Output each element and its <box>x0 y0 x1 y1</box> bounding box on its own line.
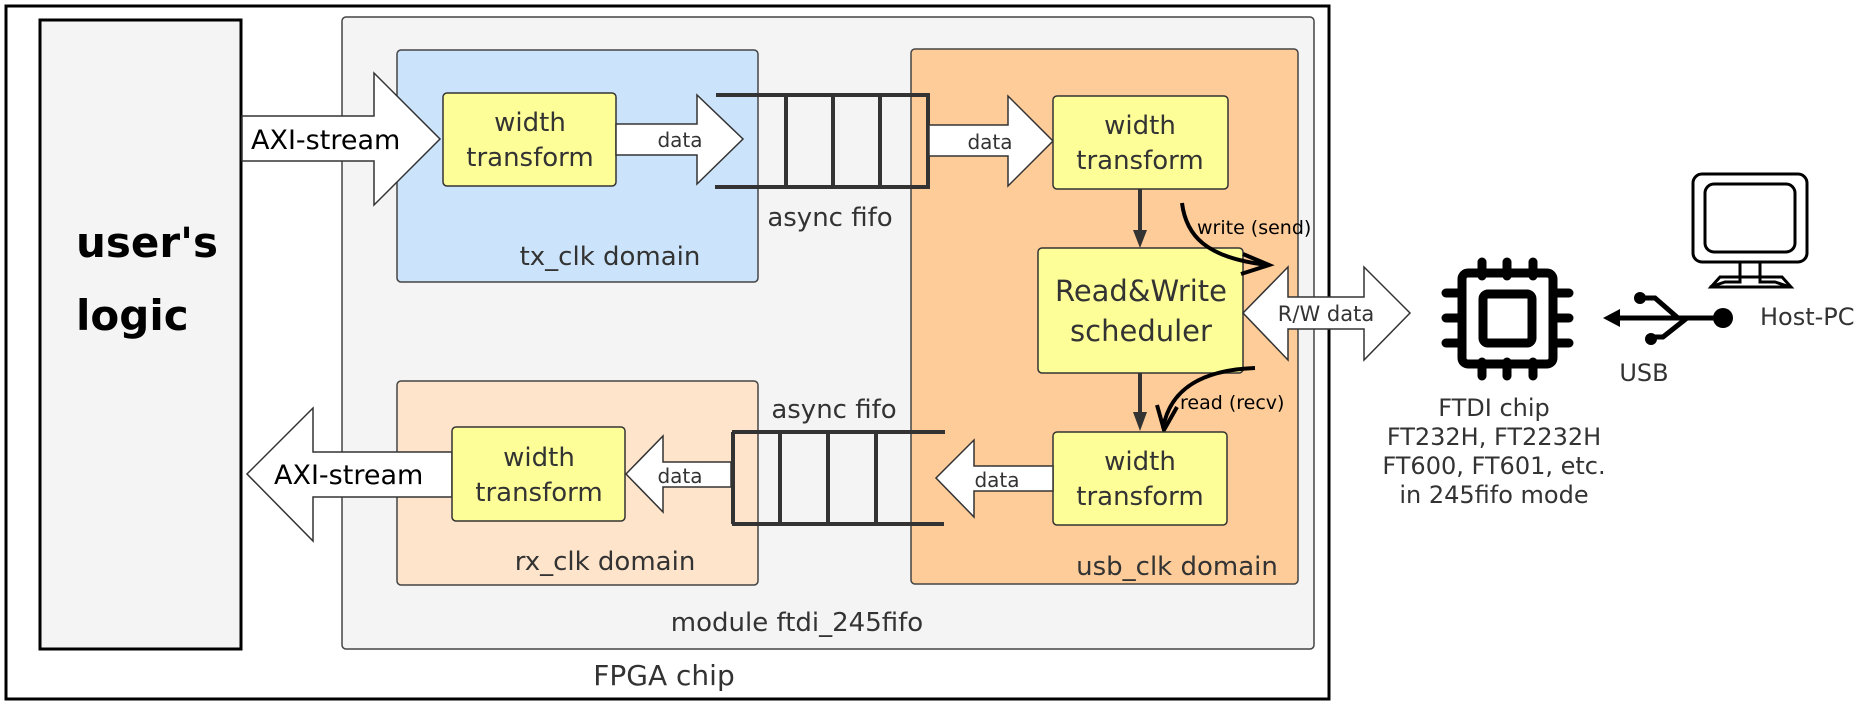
tx-width-transform-line2: transform <box>466 143 593 173</box>
scheduler-box <box>1037 247 1244 374</box>
axi-in-label: AXI-stream <box>251 125 400 156</box>
rx-async-fifo-label: async fifo <box>771 395 896 425</box>
user-logic-label-1: user's <box>76 218 218 267</box>
chip-icon <box>1441 257 1574 381</box>
usb-clk-domain-label: usb_clk domain <box>1076 552 1278 582</box>
fpga-block-diagram: FPGA chip user's logic module ftdi_245fi… <box>4 4 1855 701</box>
usb-tx-width-transform-line1: width <box>1104 111 1176 141</box>
usb-rx-width-transform-line1: width <box>1104 447 1176 477</box>
ftdi-label: FTDI chip FT232H, FT2232H FT600, FT601, … <box>1382 394 1605 509</box>
module-label: module ftdi_245fifo <box>671 608 923 638</box>
user-logic-label-2: logic <box>76 291 189 340</box>
scheduler-line1: Read&Write <box>1055 274 1227 308</box>
rx-width-transform-line1: width <box>503 443 575 473</box>
usb-label: USB <box>1619 359 1668 387</box>
rx-width-transform-line2: transform <box>475 478 602 508</box>
rx-data-arrow-label: data <box>657 464 702 488</box>
rx-clk-domain-label: rx_clk domain <box>515 547 696 577</box>
usb-rx-width-transform-line2: transform <box>1076 482 1203 512</box>
tx-width-transform-line1: width <box>494 108 566 138</box>
tx-data-arrow-label: data <box>657 128 702 152</box>
svg-text:FT232H, FT2232H: FT232H, FT2232H <box>1387 423 1601 451</box>
fpga-chip-label: FPGA chip <box>593 659 734 692</box>
svg-text:FTDI chip: FTDI chip <box>1438 394 1550 422</box>
scheduler-line2: scheduler <box>1070 314 1212 348</box>
monitor-icon <box>1691 172 1809 289</box>
usb-icon <box>1603 292 1733 345</box>
usb-tx-width-transform-line2: transform <box>1076 146 1203 176</box>
svg-text:in 245fifo mode: in 245fifo mode <box>1399 481 1588 509</box>
tx-clk-domain-label: tx_clk domain <box>520 242 701 272</box>
rw-data-label: R/W data <box>1278 302 1374 326</box>
write-send-label: write (send) <box>1197 217 1311 239</box>
tx-async-fifo-label: async fifo <box>767 203 892 233</box>
usb-rx-data-arrow-label: data <box>974 468 1019 492</box>
host-pc-label: Host-PC <box>1760 303 1855 331</box>
svg-text:FT600, FT601, etc.: FT600, FT601, etc. <box>1382 452 1605 480</box>
read-recv-label: read (recv) <box>1180 392 1284 414</box>
usb-tx-data-arrow-label: data <box>967 130 1012 154</box>
axi-out-label: AXI-stream <box>274 460 423 491</box>
